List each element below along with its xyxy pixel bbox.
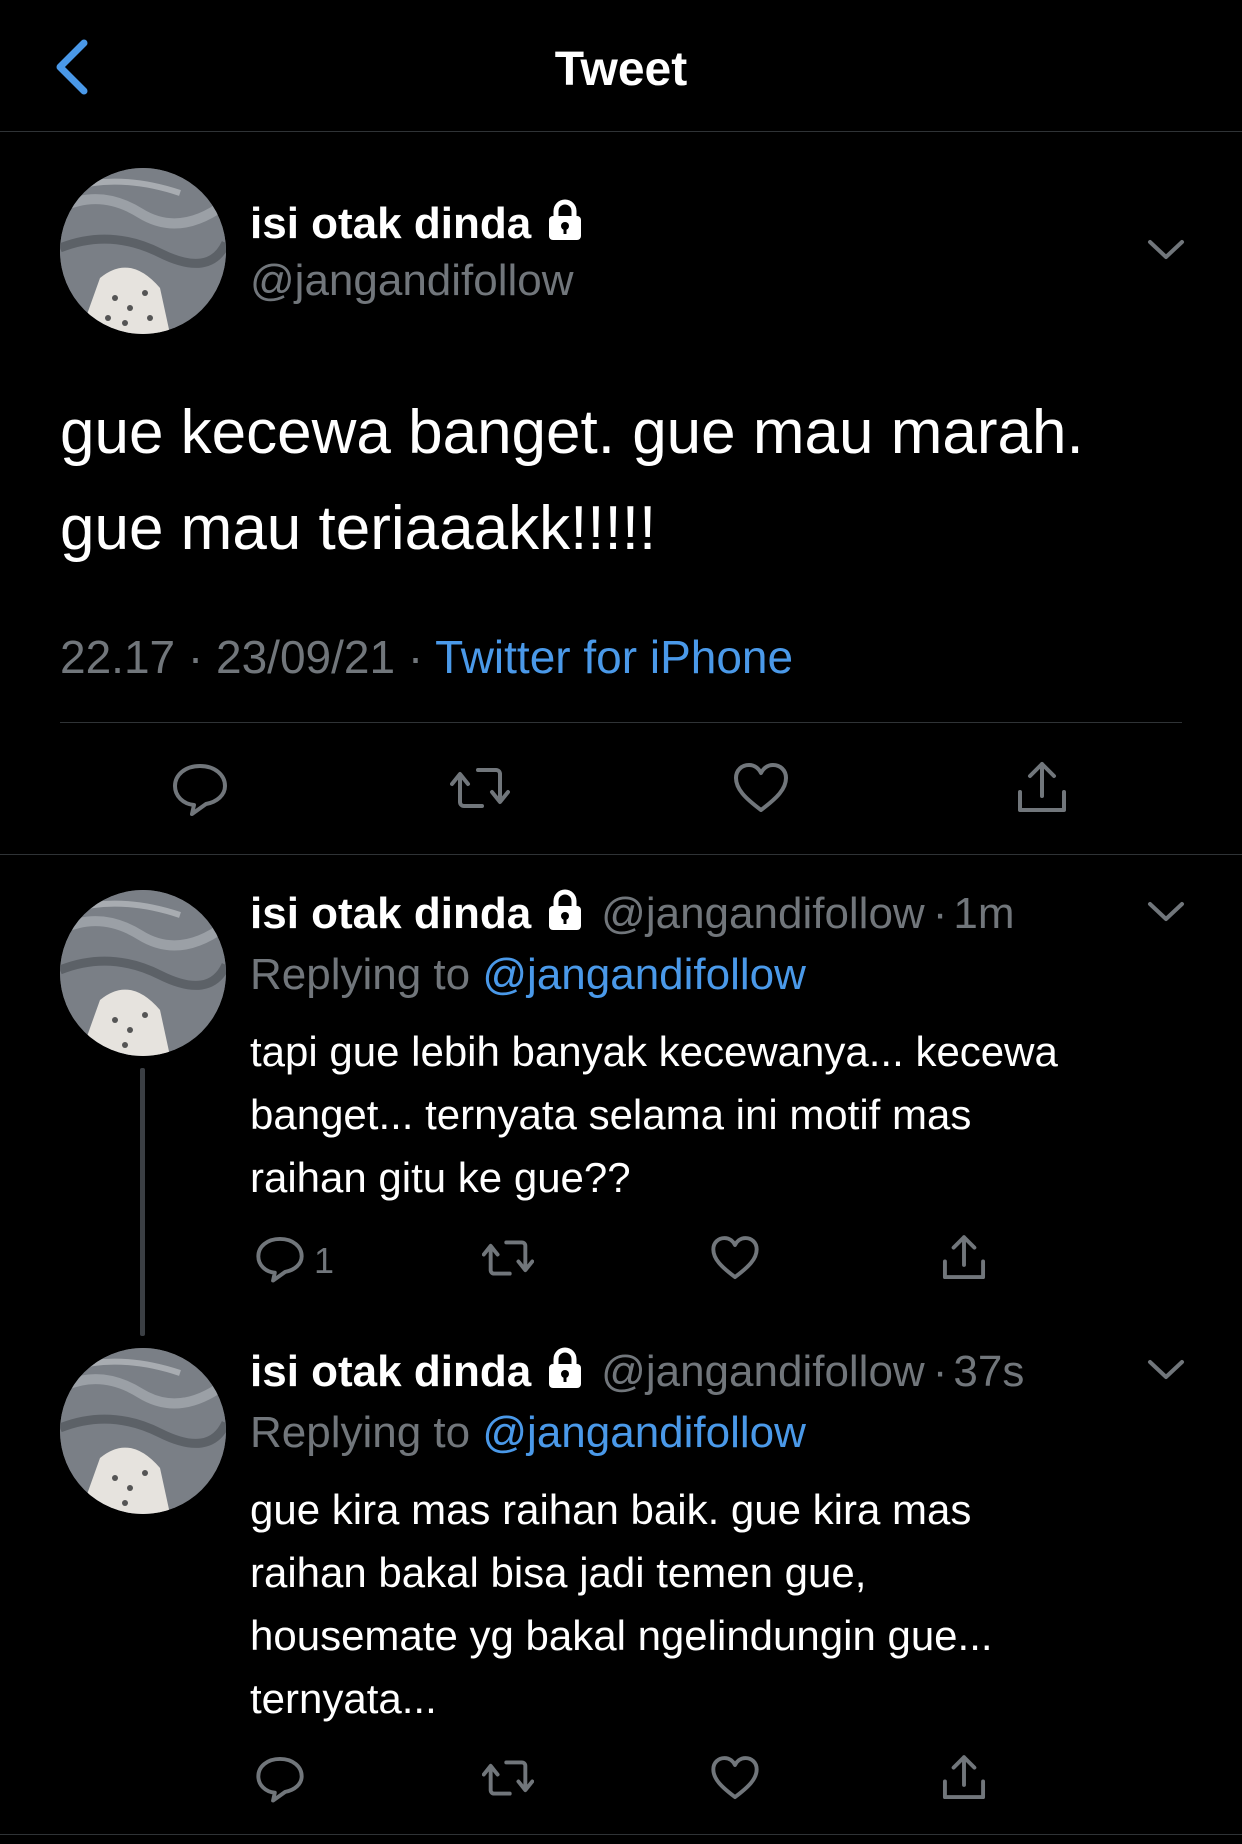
reply-text-line: ternyata... xyxy=(250,1675,437,1722)
reply-icon[interactable] xyxy=(254,1752,306,1804)
lock-icon xyxy=(543,198,587,242)
retweet-icon[interactable] xyxy=(482,1752,534,1804)
avatar[interactable] xyxy=(60,168,226,334)
share-icon[interactable] xyxy=(1012,758,1072,818)
separator: · xyxy=(932,1347,948,1396)
user-handle[interactable]: @jangandifollow xyxy=(250,256,574,306)
user-handle[interactable]: @jangandifollow xyxy=(601,1347,925,1396)
reply-text-line: banget... ternyata selama ini motif mas xyxy=(250,1091,972,1138)
lock-icon xyxy=(543,888,587,932)
retweet-icon[interactable] xyxy=(450,758,510,818)
user-handle[interactable]: @jangandifollow xyxy=(601,889,925,938)
reply-icon[interactable] xyxy=(254,1232,306,1284)
tweet-metadata: 22.17 · 23/09/21 · Twitter for iPhone xyxy=(60,630,793,684)
like-icon[interactable] xyxy=(709,1232,761,1284)
tweet-time: 22.17 xyxy=(60,631,176,683)
mention-link[interactable]: @jangandifollow xyxy=(482,1408,806,1457)
tweet-text-line: gue kecewa banget. gue mau marah. xyxy=(60,398,1084,467)
top-bar: Tweet xyxy=(0,0,1242,132)
replying-to: Replying to @jangandifollow xyxy=(250,950,806,1000)
reply-text-line: tapi gue lebih banyak kecewanya... kecew… xyxy=(250,1028,1058,1075)
separator: · xyxy=(187,631,204,683)
like-icon[interactable] xyxy=(709,1752,761,1804)
display-name[interactable]: isi otak dinda xyxy=(250,198,587,249)
divider xyxy=(60,722,1182,723)
share-icon[interactable] xyxy=(938,1232,990,1284)
page-title: Tweet xyxy=(554,43,688,96)
replying-label: Replying to xyxy=(250,950,471,999)
reply-icon[interactable] xyxy=(170,758,230,818)
tweet-date: 23/09/21 xyxy=(216,631,396,683)
share-icon[interactable] xyxy=(938,1752,990,1804)
tweet-time: 1m xyxy=(953,889,1015,938)
section-divider xyxy=(0,854,1242,855)
display-name[interactable]: isi otak dinda xyxy=(250,889,531,938)
reply-header[interactable]: isi otak dinda @jangandifollow · 37s xyxy=(250,1346,1024,1397)
reply-text-line: housemate yg bakal ngelindungin gue... xyxy=(250,1612,993,1659)
reply-text: gue kira mas raihan baik. gue kira mas r… xyxy=(250,1478,1210,1730)
mention-link[interactable]: @jangandifollow xyxy=(482,950,806,999)
section-divider xyxy=(0,1834,1242,1835)
retweet-icon[interactable] xyxy=(482,1232,534,1284)
reply-header[interactable]: isi otak dinda @jangandifollow · 1m xyxy=(250,888,1015,939)
reply-text: tapi gue lebih banyak kecewanya... kecew… xyxy=(250,1020,1210,1209)
replying-label: Replying to xyxy=(250,1408,471,1457)
replying-to: Replying to @jangandifollow xyxy=(250,1408,806,1458)
chevron-down-icon[interactable] xyxy=(1146,238,1186,262)
tweet-time: 37s xyxy=(953,1347,1025,1396)
chevron-down-icon[interactable] xyxy=(1146,900,1186,924)
reply-text-line: gue kira mas raihan baik. gue kira mas xyxy=(250,1486,972,1533)
separator: · xyxy=(407,631,424,683)
chevron-down-icon[interactable] xyxy=(1146,1358,1186,1382)
reply-count: 1 xyxy=(314,1240,335,1281)
tweet-text: gue kecewa banget. gue mau marah. gue ma… xyxy=(60,385,1210,577)
thread-line xyxy=(140,1068,145,1336)
avatar[interactable] xyxy=(60,890,226,1056)
like-icon[interactable] xyxy=(731,758,791,818)
separator: · xyxy=(932,889,948,938)
reply-text-line: raihan gitu ke gue?? xyxy=(250,1154,631,1201)
avatar[interactable] xyxy=(60,1348,226,1514)
reply-text-line: raihan bakal bisa jadi temen gue, xyxy=(250,1549,867,1596)
tweet-source-link[interactable]: Twitter for iPhone xyxy=(435,631,793,683)
display-name[interactable]: isi otak dinda xyxy=(250,1347,531,1396)
lock-icon xyxy=(543,1346,587,1390)
tweet-text-line: gue mau teriaaakk!!!!! xyxy=(60,494,657,563)
